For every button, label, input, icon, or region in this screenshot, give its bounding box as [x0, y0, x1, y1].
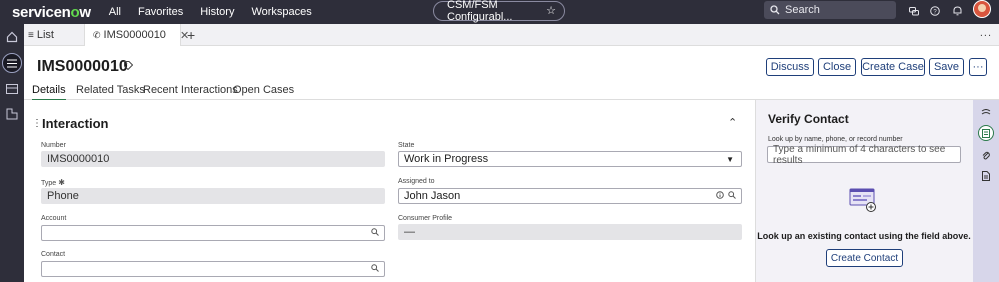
state-select[interactable]: Work in Progress ▼: [398, 151, 742, 167]
state-value: Work in Progress: [404, 153, 489, 165]
nav-history[interactable]: History: [200, 6, 234, 18]
context-side-rail: [973, 100, 999, 282]
search-placeholder: Search: [785, 4, 820, 16]
agent-assist-icon[interactable]: [980, 107, 992, 119]
subtab-open-cases[interactable]: Open Cases: [233, 84, 294, 96]
tab-record-label: IMS0000010: [103, 29, 166, 41]
number-value: IMS0000010: [47, 153, 110, 165]
state-label: State: [398, 142, 415, 149]
discuss-button[interactable]: Discuss: [766, 58, 814, 76]
record-title: IMS0000010: [37, 58, 128, 75]
type-field[interactable]: Phone: [41, 188, 385, 204]
verify-contact-title: Verify Contact: [768, 112, 849, 126]
search-icon[interactable]: [728, 191, 736, 201]
inbox-icon[interactable]: [2, 79, 22, 99]
top-navigation-bar: servicenow All Favorites History Workspa…: [0, 0, 999, 24]
create-contact-button[interactable]: Create Contact: [826, 249, 903, 267]
bell-icon[interactable]: [950, 4, 964, 18]
record-subtabs: Details Related Tasks Recent Interaction…: [24, 80, 999, 101]
contact-lookup-input[interactable]: Type a minimum of 4 characters to see re…: [767, 143, 961, 166]
type-label-text: Type: [41, 180, 57, 187]
type-value: Phone: [47, 190, 79, 202]
subtab-recent-interactions[interactable]: Recent Interactions: [143, 84, 238, 96]
contact-lookup-message: Look up an existing contact using the fi…: [757, 231, 971, 241]
drag-handle-icon[interactable]: ⋮: [32, 118, 42, 129]
subtab-details[interactable]: Details: [32, 84, 66, 101]
account-field[interactable]: [41, 225, 385, 241]
subtab-related-tasks[interactable]: Related Tasks: [76, 84, 145, 96]
servicenow-logo[interactable]: servicenow: [12, 4, 91, 21]
contact-label: Contact: [41, 251, 66, 258]
chevron-down-icon: ▼: [726, 155, 734, 164]
info-icon[interactable]: [716, 191, 724, 201]
search-icon: [770, 5, 780, 15]
type-label: Type ✱: [41, 178, 65, 187]
contact-search-illustration: [849, 188, 876, 212]
search-icon[interactable]: [371, 264, 379, 274]
tab-record[interactable]: ✆ IMS0000010 ✕: [84, 24, 189, 46]
home-icon[interactable]: [2, 27, 22, 47]
verify-contact-icon[interactable]: [978, 125, 994, 141]
attachment-icon[interactable]: [980, 149, 992, 161]
assigned-to-value: John Jason: [404, 190, 461, 202]
account-label: Account: [41, 215, 67, 222]
user-avatar[interactable]: [973, 0, 991, 18]
section-title: Interaction: [42, 116, 109, 131]
chat-icon[interactable]: [907, 4, 921, 18]
assigned-to-field[interactable]: John Jason: [398, 188, 742, 204]
search-icon[interactable]: [371, 228, 379, 238]
save-button[interactable]: Save: [929, 58, 964, 76]
number-field: IMS0000010: [41, 151, 385, 167]
consumer-profile-value: —: [404, 226, 415, 238]
number-label: Number: [41, 142, 66, 149]
workspace-tabs: ≡ List ✆ IMS0000010 ✕ + ...: [24, 24, 999, 46]
global-search-input[interactable]: Search: [764, 1, 896, 19]
tab-list-label: List: [36, 29, 54, 41]
required-icon: ✱: [58, 178, 65, 187]
nav-favorites[interactable]: Favorites: [138, 6, 183, 18]
consumer-profile-label: Consumer Profile: [398, 215, 453, 222]
workspace-icon[interactable]: [2, 104, 22, 124]
app-scope-pill[interactable]: CSM/FSM Configurabl... ☆: [433, 0, 565, 23]
consumer-profile-field: —: [398, 224, 742, 240]
nav-workspaces[interactable]: Workspaces: [251, 6, 311, 18]
close-button[interactable]: Close: [818, 58, 856, 76]
create-case-button[interactable]: Create Case: [861, 58, 925, 76]
collapse-icon[interactable]: ⌃: [728, 116, 737, 129]
nav-links: All Favorites History Workspaces: [109, 6, 329, 18]
left-rail: [0, 24, 24, 282]
contact-lookup-label: Look up by name, phone, or record number: [768, 136, 903, 143]
nav-all[interactable]: All: [109, 6, 121, 18]
menu-icon: ≡: [28, 29, 34, 41]
add-tab-icon[interactable]: +: [187, 27, 195, 43]
list-icon[interactable]: [2, 53, 22, 73]
assigned-to-label: Assigned to: [398, 178, 435, 185]
star-icon[interactable]: ☆: [546, 4, 556, 17]
contact-lookup-placeholder: Type a minimum of 4 characters to see re…: [773, 143, 946, 166]
phone-icon: ✆: [93, 29, 101, 40]
contact-field[interactable]: [41, 261, 385, 277]
help-icon[interactable]: ?: [928, 4, 942, 18]
more-tabs-icon[interactable]: ...: [980, 27, 992, 39]
tag-icon[interactable]: [124, 61, 133, 70]
document-icon[interactable]: [980, 170, 992, 182]
more-actions-button[interactable]: ···: [969, 58, 987, 76]
tab-list[interactable]: ≡ List: [28, 24, 84, 46]
